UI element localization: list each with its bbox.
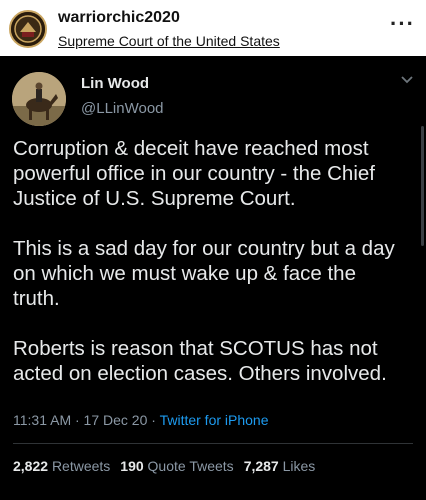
- post-header: warriorchic2020 Supreme Court of the Uni…: [0, 0, 426, 56]
- post-username[interactable]: warriorchic2020: [58, 9, 180, 27]
- quotes-label: Quote Tweets: [147, 458, 234, 474]
- horse-rider-photo: [12, 72, 66, 126]
- tweet-timestamp: 11:31 AM · 17 Dec 20 · Twitter for iPhon…: [13, 412, 269, 428]
- tweet-line: powerful office in our country - the Chi…: [13, 162, 375, 185]
- tweet-author-handle: @LLinWood: [81, 100, 164, 117]
- profile-avatar-image: [11, 12, 45, 46]
- quotes-count: 190: [120, 458, 144, 474]
- likes-count: 7,287: [243, 458, 279, 474]
- tweet-line: This is a sad day for our country but a …: [13, 237, 395, 260]
- tweet-line: Justice of U.S. Supreme Court.: [13, 187, 296, 210]
- scrollbar[interactable]: [421, 126, 424, 246]
- likes-label: Likes: [282, 458, 316, 474]
- post-location[interactable]: Supreme Court of the United States: [58, 33, 280, 49]
- tweet-text: Corruption & deceit have reached most po…: [13, 136, 421, 386]
- tweet-author-avatar: [12, 72, 66, 126]
- profile-avatar[interactable]: [9, 10, 47, 48]
- tweet-line: Corruption & deceit have reached most: [13, 137, 369, 160]
- tweet-screenshot: Lin Wood @LLinWood Corruption & deceit h…: [0, 56, 426, 500]
- tweet-line: on which we must wake up & face the: [13, 262, 356, 285]
- instagram-post: warriorchic2020 Supreme Court of the Uni…: [0, 0, 426, 500]
- divider: [13, 443, 413, 444]
- retweets-label: Retweets: [51, 458, 111, 474]
- tweet-line: truth.: [13, 287, 60, 310]
- chevron-down-icon: [401, 76, 413, 84]
- tweet-line: acted on election cases. Others involved…: [13, 362, 387, 385]
- more-dots-icon[interactable]: ···: [390, 13, 415, 35]
- tweet-line: Roberts is reason that SCOTUS has not: [13, 337, 378, 360]
- retweets-count: 2,822: [13, 458, 49, 474]
- tweet-stats: 2,822 Retweets 190 Quote Tweets 7,287 Like…: [13, 458, 315, 474]
- tweet-time: 11:31 AM · 17 Dec 20 ·: [13, 412, 160, 428]
- tweet-author-name: Lin Wood: [81, 75, 150, 92]
- tweet-source: Twitter for iPhone: [159, 412, 269, 428]
